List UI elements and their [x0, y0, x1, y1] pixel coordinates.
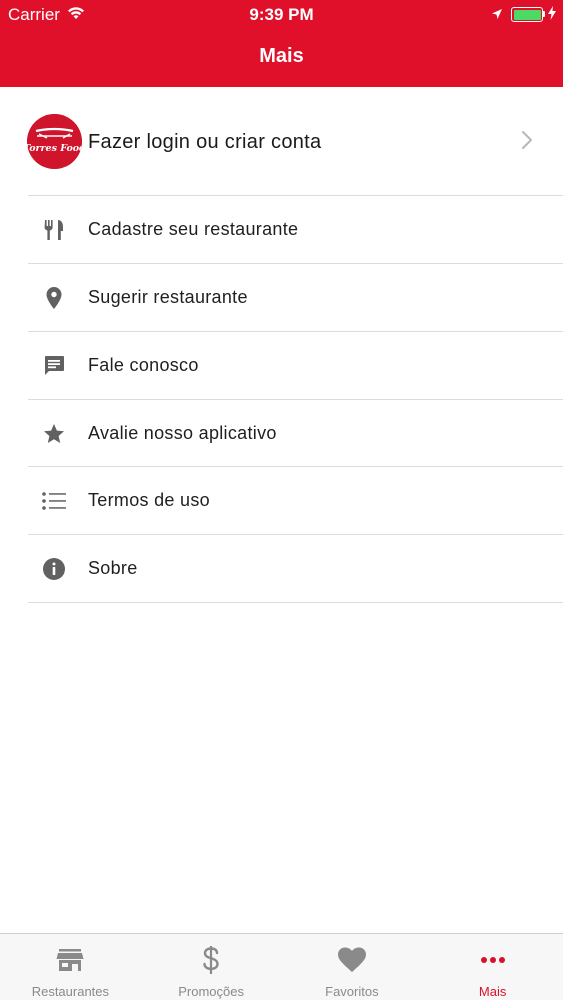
location-arrow-icon [491, 7, 503, 25]
fork-knife-icon [40, 218, 68, 242]
battery-icon [511, 7, 543, 22]
tab-favoritos[interactable]: Favoritos [282, 934, 423, 1000]
menu-item-label: Cadastre seu restaurante [88, 219, 299, 239]
menu-item-avalie-aplicativo[interactable]: Avalie nosso aplicativo [0, 400, 563, 468]
store-icon [0, 946, 141, 974]
menu-item-label: Termos de uso [88, 490, 210, 510]
logo-text: Torres Food [27, 143, 82, 154]
app-header: Carrier 9:39 PM Mais [0, 0, 563, 87]
tab-mais[interactable]: Mais [422, 934, 563, 1000]
tab-label: Promoções [178, 984, 244, 999]
battery-tip [543, 11, 545, 17]
menu-item-sobre[interactable]: Sobre [0, 535, 563, 603]
status-time: 9:39 PM [249, 5, 314, 24]
tab-label: Favoritos [325, 984, 379, 999]
tab-bar: Restaurantes Promoções Favoritos Mais [0, 933, 563, 1000]
menu-item-fale-conosco[interactable]: Fale conosco [0, 332, 563, 400]
menu-item-label: Sobre [88, 558, 138, 578]
menu-item-label: Avalie nosso aplicativo [88, 423, 277, 443]
menu-item-label: Sugerir restaurante [88, 287, 248, 307]
more-dots-icon [422, 946, 563, 974]
chevron-right-icon [521, 130, 533, 155]
login-label: Fazer login ou criar conta [88, 131, 322, 153]
torres-food-logo: Torres Food [27, 114, 82, 169]
info-icon [40, 557, 68, 581]
charging-bolt-icon [548, 6, 556, 25]
page-title: Mais [259, 45, 304, 67]
heart-icon [282, 946, 423, 974]
menu-item-termos-de-uso[interactable]: Termos de uso [0, 467, 563, 535]
chat-bubble-icon [40, 354, 68, 378]
divider [28, 602, 563, 603]
list-icon [40, 489, 68, 513]
status-bar: Carrier 9:39 PM [0, 0, 563, 30]
star-icon [40, 422, 68, 446]
location-pin-icon [40, 286, 68, 310]
tab-promocoes[interactable]: Promoções [141, 934, 282, 1000]
tab-restaurantes[interactable]: Restaurantes [0, 934, 141, 1000]
menu-item-label: Fale conosco [88, 355, 199, 375]
login-row[interactable]: Torres Food Fazer login ou criar conta [0, 88, 563, 195]
menu-item-sugerir-restaurante[interactable]: Sugerir restaurante [0, 264, 563, 332]
tab-label: Mais [478, 984, 507, 999]
dollar-icon [141, 946, 282, 974]
tab-label: Restaurantes [31, 984, 110, 999]
menu-item-cadastre-restaurante[interactable]: Cadastre seu restaurante [0, 196, 563, 264]
